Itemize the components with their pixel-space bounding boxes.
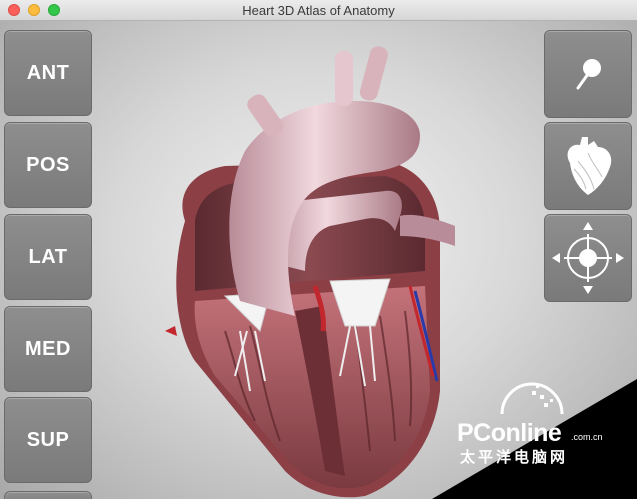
- view-posterior-button[interactable]: POS: [4, 122, 92, 208]
- move-tool-button[interactable]: [544, 214, 632, 302]
- view-lateral-button[interactable]: LAT: [4, 214, 92, 300]
- view-medial-label: MED: [25, 337, 71, 360]
- view-superior-label: SUP: [26, 428, 70, 451]
- view-lateral-label: LAT: [28, 245, 68, 268]
- watermark-brand: PConline: [457, 419, 562, 447]
- pin-tool-button[interactable]: [544, 30, 632, 118]
- move-crosshair-icon: [552, 222, 624, 294]
- watermark-chinese: 太平洋电脑网: [460, 449, 569, 466]
- view-posterior-label: POS: [26, 153, 70, 176]
- view-more-button[interactable]: [4, 491, 92, 499]
- heart-model-icon: [567, 137, 612, 195]
- pin-icon: [576, 59, 601, 90]
- view-superior-button[interactable]: SUP: [4, 397, 92, 483]
- heart-model-button[interactable]: [544, 122, 632, 210]
- view-anterior-label: ANT: [26, 61, 70, 84]
- watermark-domain: .com.cn: [571, 432, 603, 442]
- window-title: Heart 3D Atlas of Anatomy: [242, 3, 395, 18]
- view-anterior-button[interactable]: ANT: [4, 30, 92, 116]
- title-bar: Heart 3D Atlas of Anatomy: [0, 0, 637, 21]
- view-medial-button[interactable]: MED: [4, 306, 92, 392]
- heart-3d-model[interactable]: [155, 31, 475, 499]
